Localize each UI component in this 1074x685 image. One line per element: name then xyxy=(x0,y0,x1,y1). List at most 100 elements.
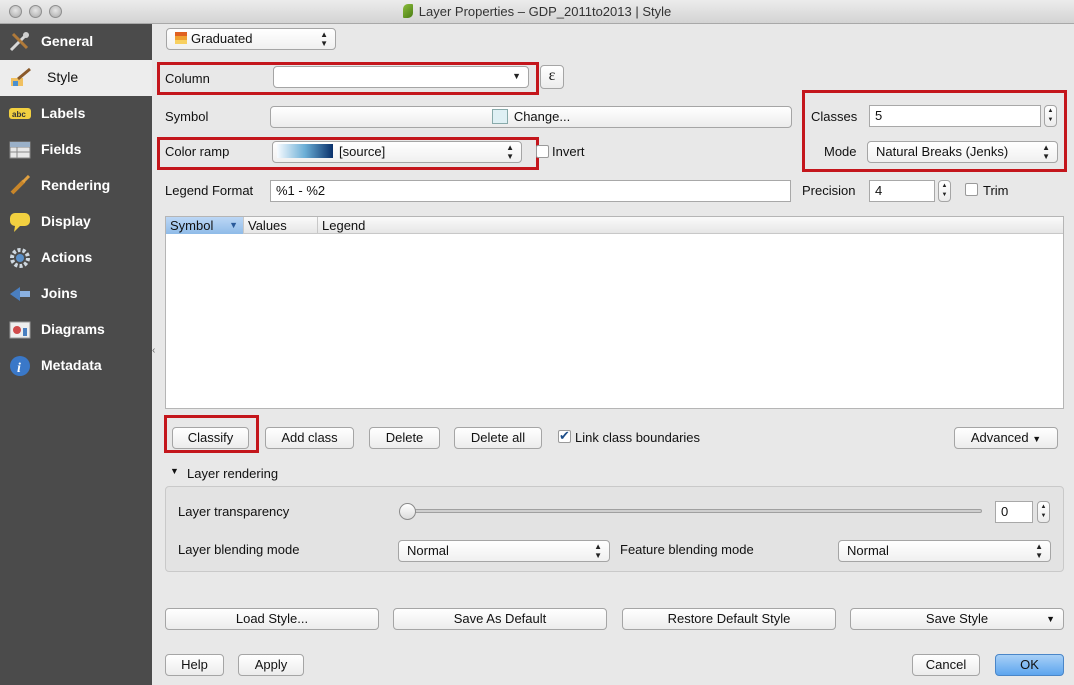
legend-format-input[interactable]: %1 - %2 xyxy=(270,180,791,202)
color-ramp-label: Color ramp xyxy=(165,144,230,159)
join-icon xyxy=(10,287,30,301)
transparency-slider-track[interactable] xyxy=(400,509,982,513)
sidebar-item-actions[interactable]: Actions xyxy=(0,240,152,276)
sidebar-item-label: Metadata xyxy=(41,357,102,373)
diagram-icon xyxy=(9,321,31,339)
classes-stepper[interactable]: ▲ ▼ xyxy=(1044,105,1057,127)
sort-down-icon: ▼ xyxy=(229,220,238,230)
paintbrush-icon xyxy=(10,175,31,195)
column-header-label: Symbol xyxy=(170,218,214,233)
sidebar-item-labels[interactable]: abc Labels xyxy=(0,96,152,132)
help-button[interactable]: Help xyxy=(165,654,224,676)
sidebar-item-label: General xyxy=(41,33,94,49)
save-as-default-button[interactable]: Save As Default xyxy=(393,608,607,630)
expression-button[interactable]: ε xyxy=(540,65,564,89)
legend-format-label: Legend Format xyxy=(165,183,254,198)
column-select[interactable]: ▼ xyxy=(273,66,529,88)
chevron-down-icon: ▼ xyxy=(512,71,521,81)
delete-class-button[interactable]: Delete xyxy=(369,427,440,449)
change-symbol-button[interactable]: Change... xyxy=(270,106,792,128)
precision-spinbox[interactable]: 4 xyxy=(869,180,935,202)
svg-text:abc: abc xyxy=(12,110,26,119)
link-class-boundaries-checkbox[interactable] xyxy=(558,428,571,444)
sidebar-item-joins[interactable]: Joins xyxy=(0,276,152,312)
sidebar-item-style[interactable]: Style xyxy=(0,60,152,96)
classes-spinbox[interactable]: 5 xyxy=(869,105,1041,127)
layer-transparency-label: Layer transparency xyxy=(178,504,290,519)
layer-rendering-header[interactable]: Layer rendering xyxy=(187,466,278,481)
updown-arrows-icon: ▲ ▼ xyxy=(1035,542,1043,560)
sidebar-item-label: Joins xyxy=(41,285,78,301)
svg-text:i: i xyxy=(17,361,21,376)
advanced-menu-button[interactable]: Advanced ▼ xyxy=(954,427,1058,449)
classify-button[interactable]: Classify xyxy=(172,427,249,449)
mode-select[interactable]: Natural Breaks (Jenks) ▲ ▼ xyxy=(867,141,1058,163)
window-title-text: Layer Properties – GDP_2011to2013 | Styl… xyxy=(418,4,672,19)
add-class-button[interactable]: Add class xyxy=(265,427,354,449)
sidebar-item-display[interactable]: Display xyxy=(0,204,152,240)
table-header: Symbol ▼ Values Legend xyxy=(166,217,1063,234)
change-symbol-label: Change... xyxy=(513,109,571,124)
graduated-icon xyxy=(175,32,187,44)
load-style-button[interactable]: Load Style... xyxy=(165,608,379,630)
speech-bubble-icon xyxy=(10,213,30,232)
save-style-button[interactable]: Save Style ▼ xyxy=(850,608,1064,630)
tools-icon xyxy=(9,32,29,52)
color-ramp-preview xyxy=(277,144,333,158)
column-label: Column xyxy=(165,71,210,86)
layer-blending-mode-select[interactable]: Normal ▲ ▼ xyxy=(398,540,610,562)
invert-checkbox[interactable] xyxy=(536,145,549,158)
qgis-logo-icon xyxy=(402,4,413,18)
sidebar-item-label: Rendering xyxy=(41,177,111,193)
transparency-spinbox[interactable]: 0 xyxy=(995,501,1033,523)
link-class-boundaries-label: Link class boundaries xyxy=(575,430,701,445)
sidebar-item-rendering[interactable]: Rendering xyxy=(0,168,152,204)
advanced-label: Advanced xyxy=(970,430,1029,445)
feature-blending-mode-value: Normal xyxy=(847,543,889,558)
trim-checkbox[interactable] xyxy=(965,183,978,196)
updown-arrows-icon: ▲ ▼ xyxy=(320,30,328,48)
sidebar-item-fields[interactable]: Fields xyxy=(0,132,152,168)
classes-label: Classes xyxy=(811,109,858,124)
sidebar-item-label: Fields xyxy=(41,141,82,157)
color-ramp-value: [source] xyxy=(339,144,386,159)
feature-blending-mode-select[interactable]: Normal ▲ ▼ xyxy=(838,540,1051,562)
sidebar-item-metadata[interactable]: i Metadata xyxy=(0,348,152,384)
class-table[interactable]: Symbol ▼ Values Legend xyxy=(165,216,1064,409)
transparency-slider-handle[interactable] xyxy=(399,503,416,520)
sidebar: General Style abc Labels Fields Renderin… xyxy=(0,24,152,685)
cancel-button[interactable]: Cancel xyxy=(912,654,980,676)
chevron-down-icon: ▼ xyxy=(1046,614,1055,624)
ok-button[interactable]: OK xyxy=(995,654,1064,676)
color-ramp-select[interactable]: [source] ▲ ▼ xyxy=(272,141,522,163)
sidebar-item-label: Style xyxy=(47,69,79,85)
column-header-legend[interactable]: Legend xyxy=(318,217,408,234)
abc-label-icon: abc xyxy=(9,108,31,119)
apply-button[interactable]: Apply xyxy=(238,654,304,676)
renderer-type-select[interactable]: Graduated ▲ ▼ xyxy=(166,28,336,50)
layer-blending-mode-label: Layer blending mode xyxy=(178,542,300,557)
precision-label: Precision xyxy=(802,183,856,198)
transparency-stepper[interactable]: ▲ ▼ xyxy=(1037,501,1050,523)
column-header-symbol[interactable]: Symbol ▼ xyxy=(166,217,244,234)
column-header-values[interactable]: Values xyxy=(244,217,318,234)
mode-label: Mode xyxy=(824,144,857,159)
collapse-triangle-icon[interactable]: ▼ xyxy=(170,466,179,476)
sidebar-splitter-handle[interactable]: ‹ xyxy=(152,345,155,356)
invert-label: Invert xyxy=(552,144,585,159)
brush-icon xyxy=(11,67,31,86)
feature-blending-mode-label: Feature blending mode xyxy=(620,542,754,557)
sidebar-item-label: Display xyxy=(41,213,91,229)
sidebar-item-label: Labels xyxy=(41,105,86,121)
chevron-down-icon: ▼ xyxy=(1032,434,1042,444)
sidebar-item-label: Diagrams xyxy=(41,321,105,337)
renderer-type-value: Graduated xyxy=(191,31,253,46)
delete-all-button[interactable]: Delete all xyxy=(454,427,542,449)
sidebar-item-diagrams[interactable]: Diagrams xyxy=(0,312,152,348)
sidebar-item-general[interactable]: General xyxy=(0,24,152,60)
precision-stepper[interactable]: ▲ ▼ xyxy=(938,180,951,202)
info-icon: i xyxy=(10,356,30,376)
restore-default-style-button[interactable]: Restore Default Style xyxy=(622,608,836,630)
column-header-label: Legend xyxy=(322,218,366,233)
window-title: Layer Properties – GDP_2011to2013 | Styl… xyxy=(0,4,1074,19)
